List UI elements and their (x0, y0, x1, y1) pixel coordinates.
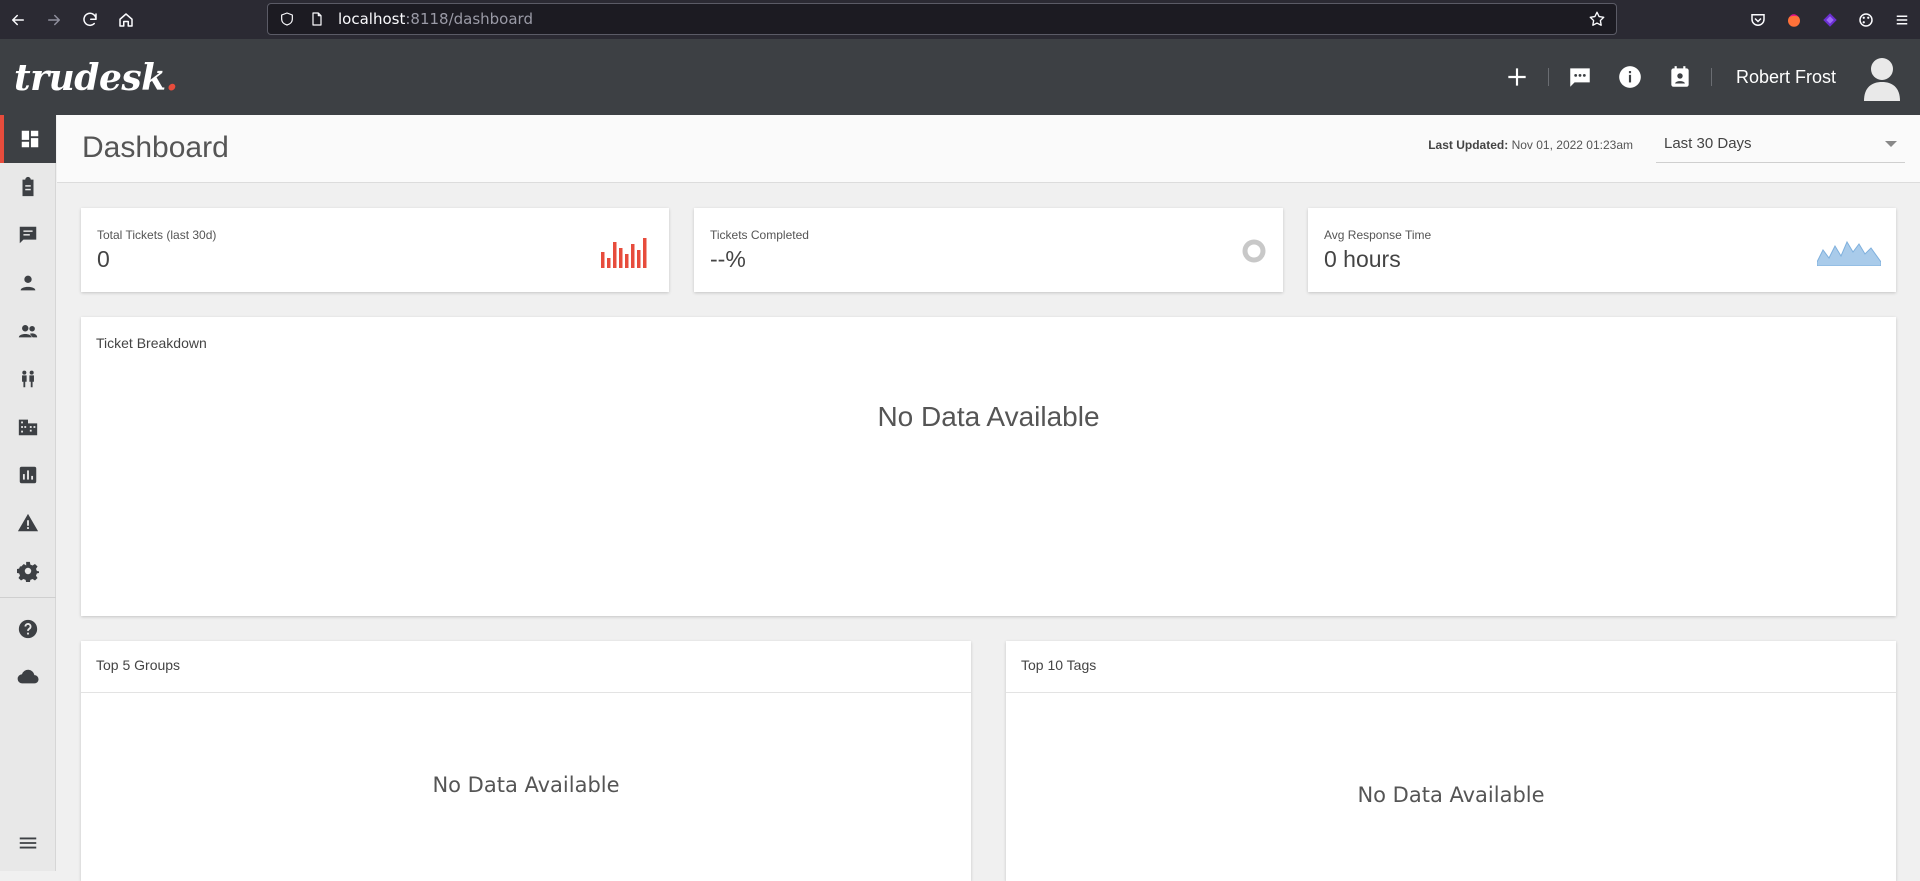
palette-icon[interactable] (1848, 0, 1884, 39)
stat-card-total-tickets: Total Tickets (last 30d) 0 (81, 208, 669, 292)
trudesk-logo[interactable]: trudesk. (14, 57, 178, 99)
date-range-value: Last 30 Days (1664, 135, 1752, 152)
notices-icon (17, 513, 39, 532)
reports-icon (19, 466, 37, 484)
sidebar-item-menu[interactable] (0, 819, 56, 867)
sidebar-item-dashboard[interactable] (0, 115, 56, 163)
top-tags-card: Top 10 Tags No Data Available (1006, 641, 1896, 881)
home-button[interactable] (108, 0, 144, 39)
teams-icon (22, 370, 34, 388)
last-updated: Last Updated: Nov 01, 2022 01:23am (1428, 138, 1633, 152)
page-header: Dashboard Last Updated: Nov 01, 2022 01:… (57, 115, 1920, 183)
ticket-breakdown-card: Ticket Breakdown No Data Available (81, 317, 1896, 616)
card-divider (81, 692, 971, 693)
top-groups-card: Top 5 Groups No Data Available (81, 641, 971, 881)
stat-value: 0 (97, 246, 110, 272)
stat-label: Total Tickets (last 30d) (97, 228, 217, 242)
sidebar-item-reports[interactable] (0, 451, 56, 499)
sidebar-item-tickets[interactable] (0, 163, 56, 211)
stat-label: Tickets Completed (710, 228, 809, 242)
messages-icon (19, 226, 37, 244)
tickets-icon (22, 176, 34, 197)
reload-button[interactable] (72, 0, 108, 39)
bar-spark-icon (601, 238, 647, 268)
back-arrow-icon (12, 14, 24, 25)
stat-card-tickets-completed: Tickets Completed --% (694, 208, 1283, 292)
browser-toolbar: localhost:8118/dashboard (0, 0, 1920, 39)
ticket-breakdown-title: Ticket Breakdown (96, 335, 207, 351)
url-host: localhost (338, 10, 406, 28)
sidebar-item-messages[interactable] (0, 211, 56, 259)
stat-card-avg-response: Avg Response Time 0 hours (1308, 208, 1896, 292)
no-data-message: No Data Available (1357, 783, 1545, 807)
chat-icon[interactable] (1563, 60, 1597, 94)
sidebar-item-departments[interactable] (0, 403, 56, 451)
sidebar-item-settings[interactable] (0, 547, 56, 595)
avatar[interactable] (1862, 53, 1902, 101)
area-spark-icon (1817, 240, 1881, 266)
username[interactable]: Robert Frost (1736, 67, 1836, 88)
menu-icon (19, 837, 37, 849)
shield-icon[interactable] (276, 8, 298, 30)
top-groups-title: Top 5 Groups (96, 657, 181, 673)
stat-value: --% (710, 246, 746, 272)
stat-label: Avg Response Time (1324, 228, 1432, 242)
pocket-icon[interactable] (1740, 0, 1776, 39)
browser-menu-icon[interactable] (1884, 0, 1920, 39)
page-icon[interactable] (306, 8, 328, 30)
departments-icon (18, 419, 38, 436)
donut-icon (1242, 239, 1266, 263)
url-text[interactable]: localhost:8118/dashboard (338, 10, 533, 28)
help-icon (18, 619, 38, 639)
date-range-select[interactable]: Last 30 Days (1656, 125, 1905, 163)
firefox-extension-icon[interactable] (1776, 0, 1812, 39)
groups-icon (18, 325, 38, 338)
card-divider (1006, 692, 1896, 693)
header-separator (1710, 68, 1712, 86)
last-updated-value: Nov 01, 2022 01:23am (1511, 138, 1633, 152)
no-data-message: No Data Available (877, 401, 1100, 432)
address-bar[interactable]: localhost:8118/dashboard (267, 3, 1617, 35)
purple-extension-icon[interactable] (1812, 0, 1848, 39)
sidebar-item-groups[interactable] (0, 307, 56, 355)
sidebar-item-cloud[interactable] (0, 653, 56, 701)
logo-text: trudesk (14, 57, 166, 99)
forward-arrow-icon (48, 14, 60, 25)
sidebar-divider (0, 597, 56, 598)
cloud-icon (17, 669, 39, 684)
settings-icon (17, 561, 39, 582)
home-icon (119, 12, 133, 27)
sidebar-item-help[interactable] (0, 605, 56, 653)
url-path: :8118/dashboard (405, 10, 533, 28)
header-actions: Robert Frost (1492, 39, 1920, 115)
reload-icon (83, 12, 97, 26)
forward-button[interactable] (36, 0, 72, 39)
page-title: Dashboard (82, 131, 229, 164)
bookmark-star-icon[interactable] (1588, 10, 1606, 33)
header-separator (1547, 68, 1549, 86)
back-button[interactable] (0, 0, 36, 39)
top-tags-title: Top 10 Tags (1021, 657, 1097, 673)
contact-card-icon[interactable] (1663, 60, 1697, 94)
sidebar (0, 115, 56, 871)
app-header: trudesk. Robert Frost (0, 39, 1920, 115)
dashboard-icon (21, 130, 39, 148)
sidebar-item-accounts[interactable] (0, 259, 56, 307)
info-icon[interactable] (1613, 60, 1647, 94)
sidebar-item-teams[interactable] (0, 355, 56, 403)
plus-icon[interactable] (1500, 60, 1534, 94)
last-updated-label: Last Updated: (1428, 138, 1509, 152)
chevron-down-icon (1885, 141, 1897, 147)
sidebar-item-notices[interactable] (0, 499, 56, 547)
accounts-icon (20, 275, 36, 291)
no-data-message: No Data Available (432, 773, 620, 797)
logo-dot: . (165, 57, 179, 99)
stat-value: 0 hours (1324, 246, 1401, 272)
extension-icons (1740, 0, 1920, 39)
